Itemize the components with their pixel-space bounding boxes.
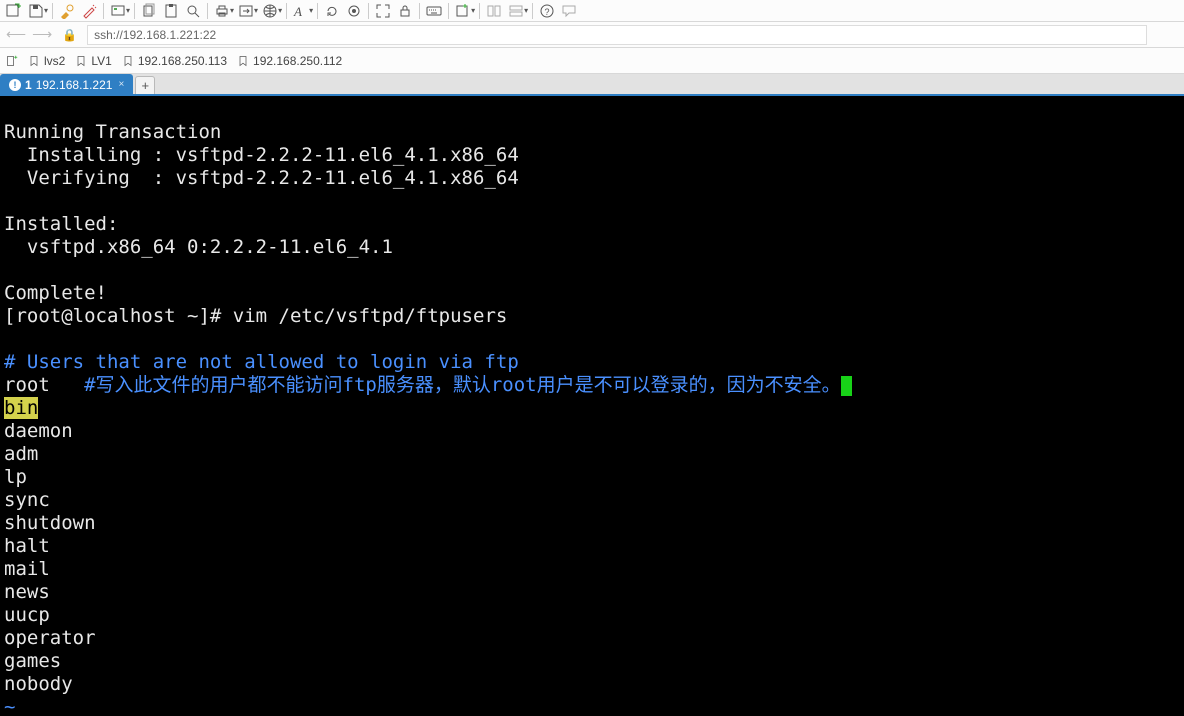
copy-icon[interactable] [139, 2, 159, 20]
terminal-pane[interactable]: Running Transaction Installing : vsftpd-… [0, 96, 1184, 716]
tab-add-label: + [141, 78, 149, 93]
ftpuser: lp [4, 466, 27, 488]
separator [207, 3, 208, 19]
comment-icon[interactable] [559, 2, 579, 20]
search-icon[interactable] [183, 2, 203, 20]
svg-text:A: A [293, 4, 302, 19]
split-v-icon[interactable] [506, 2, 526, 20]
bookmark-add-icon[interactable] [6, 55, 18, 67]
printer-icon[interactable] [212, 2, 232, 20]
globe-icon[interactable] [260, 2, 280, 20]
separator [479, 3, 480, 19]
split-dropdown[interactable]: ▾ [524, 6, 528, 15]
bookmark-item-113[interactable]: 192.168.250.113 [122, 54, 227, 68]
new-session-icon[interactable] [4, 2, 24, 20]
ftpuser: mail [4, 558, 50, 580]
save-icon[interactable] [26, 2, 46, 20]
ftpuser: sync [4, 489, 50, 511]
separator [368, 3, 369, 19]
new-window-dropdown[interactable]: ▾ [471, 6, 475, 15]
cursor [841, 376, 852, 396]
font-icon[interactable]: A [291, 2, 311, 20]
terminal-line: Running Transaction [4, 121, 221, 143]
lock-icon[interactable] [395, 2, 415, 20]
terminal-line: Installing : vsftpd-2.2.2-11.el6_4.1.x86… [4, 144, 519, 166]
tab-status-icon: ! [9, 79, 21, 91]
refresh-icon[interactable] [322, 2, 342, 20]
bookmark-item-lvs2[interactable]: lvs2 [28, 54, 65, 68]
address-input[interactable] [87, 25, 1147, 45]
terminal-line: vsftpd.x86_64 0:2.2.2-11.el6_4.1 [4, 236, 393, 258]
ftpuser: shutdown [4, 512, 96, 534]
tab-close-icon[interactable]: × [118, 79, 124, 90]
vim-tilde: ~ [4, 696, 15, 716]
address-bar: ⟵ ⟶ 🔒 [0, 22, 1184, 48]
separator [317, 3, 318, 19]
ftpuser: news [4, 581, 50, 603]
help-icon[interactable]: ? [537, 2, 557, 20]
ftpuser: daemon [4, 420, 73, 442]
new-window-icon[interactable] [453, 2, 473, 20]
tab-label: 192.168.1.221 [36, 78, 113, 92]
save-dropdown[interactable]: ▾ [44, 6, 48, 15]
paste-icon[interactable] [161, 2, 181, 20]
transfer-icon[interactable] [236, 2, 256, 20]
bookmark-label: 192.168.250.112 [253, 54, 342, 68]
ftpuser: games [4, 650, 61, 672]
terminal-line: Complete! [4, 282, 107, 304]
bookmark-bar: lvs2 LV1 192.168.250.113 192.168.250.112 [0, 48, 1184, 74]
forward-icon[interactable]: ⟶ [32, 26, 52, 43]
ftpuser: nobody [4, 673, 73, 695]
separator [286, 3, 287, 19]
globe-dropdown[interactable]: ▾ [278, 6, 282, 15]
session-dropdown[interactable]: ▾ [126, 6, 130, 15]
tab-session-1[interactable]: ! 1 192.168.1.221 × [0, 74, 133, 94]
ftpuser: halt [4, 535, 50, 557]
tools-icon[interactable] [57, 2, 77, 20]
separator [419, 3, 420, 19]
ftpuser: operator [4, 627, 96, 649]
vim-comment: # Users that are not allowed to login vi… [4, 351, 519, 373]
bookmark-item-lv1[interactable]: LV1 [75, 54, 111, 68]
bookmark-label: LV1 [91, 54, 111, 68]
keyboard-icon[interactable] [424, 2, 444, 20]
separator [532, 3, 533, 19]
svg-text:?: ? [545, 7, 550, 17]
lock-small-icon: 🔒 [62, 28, 77, 42]
back-icon[interactable]: ⟵ [6, 26, 26, 43]
target-icon[interactable] [344, 2, 364, 20]
ftpuser-root: root [4, 374, 50, 396]
separator [134, 3, 135, 19]
ftpuser: adm [4, 443, 38, 465]
tab-add-button[interactable]: + [135, 76, 155, 94]
terminal-line: Installed: [4, 213, 118, 235]
separator [52, 3, 53, 19]
bookmark-label: 192.168.250.113 [138, 54, 227, 68]
terminal-line: Verifying : vsftpd-2.2.2-11.el6_4.1.x86_… [4, 167, 519, 189]
ftpuser: uucp [4, 604, 50, 626]
prompt: [root@localhost ~]# [4, 305, 233, 327]
bookmark-label: lvs2 [44, 54, 65, 68]
bookmark-item-112[interactable]: 192.168.250.112 [237, 54, 342, 68]
tab-index: 1 [25, 78, 32, 92]
wand-icon[interactable] [79, 2, 99, 20]
split-h-icon[interactable] [484, 2, 504, 20]
tab-bar: ! 1 192.168.1.221 × + [0, 74, 1184, 96]
font-dropdown[interactable]: ▾ [309, 6, 313, 15]
command-text: vim /etc/vsftpd/ftpusers [233, 305, 508, 327]
separator [448, 3, 449, 19]
separator [103, 3, 104, 19]
ftpuser-bin: bin [4, 397, 38, 419]
main-toolbar: ▾ ▾ ▾ ▾ ▾ A ▾ [0, 0, 1184, 22]
printer-dropdown[interactable]: ▾ [230, 6, 234, 15]
fullscreen-icon[interactable] [373, 2, 393, 20]
inline-comment: #写入此文件的用户都不能访问ftp服务器，默认root用户是不可以登录的，因为不… [50, 374, 841, 396]
transfer-dropdown[interactable]: ▾ [254, 6, 258, 15]
session-icon[interactable] [108, 2, 128, 20]
